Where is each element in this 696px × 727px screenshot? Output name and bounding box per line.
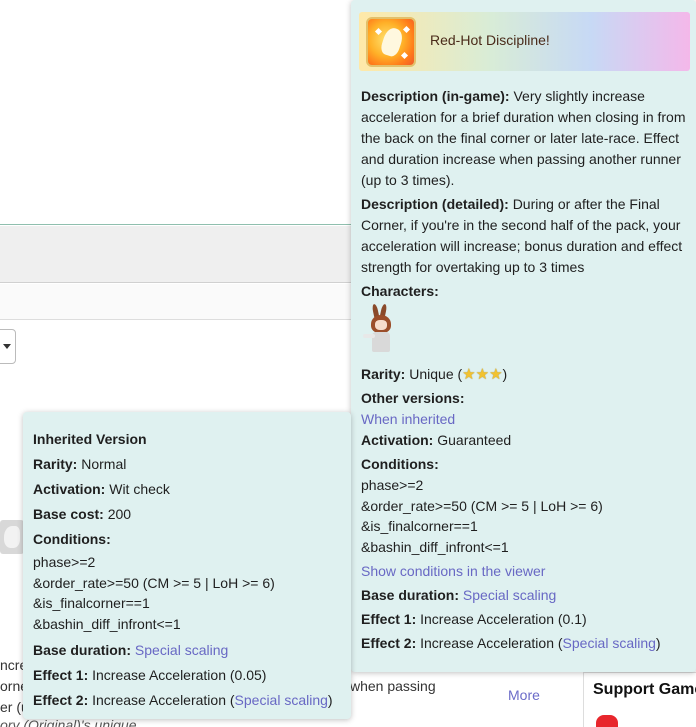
effect1-row: Effect 1: Increase Acceleration (0.1) [361,609,691,630]
description-detailed-label: Description (detailed): [361,196,509,212]
support-sidebar: Support Game [583,672,696,727]
effect1-value: Increase Acceleration (0.1) [420,611,587,627]
condition-line: &is_finalcorner==1 [361,518,478,534]
star-icon: ★★★ [462,366,503,383]
condition-line: &is_finalcorner==1 [33,595,150,611]
effect1-label: Effect 1: [33,667,89,683]
activation-value: Guaranteed [437,432,512,448]
effect2-suffix: ) [327,692,333,708]
effect2-prefix: Increase Acceleration ( [92,692,235,708]
running-figure-skill-icon [366,17,416,67]
condition-line: &order_rate>=50 (CM >= 5 | LoH >= 6) [361,497,603,514]
chevron-down-icon [3,344,11,349]
condition-line: &bashin_diff_infront<=1 [33,615,181,632]
show-conditions-link[interactable]: Show conditions in the viewer [361,561,691,582]
rarity-value: Normal [81,456,127,472]
character-avatar-icon[interactable] [361,303,401,354]
description-detailed: Description (detailed): During or after … [361,194,691,278]
background-text: when passing [350,678,436,694]
rarity-value: Unique ( [409,366,463,382]
inherited-effect2-row: Effect 2: Increase Acceleration (Special… [33,688,341,713]
activation-label: Activation: [33,481,106,497]
description-ingame-label: Description (in-game): [361,88,510,104]
conditions-label: Conditions: [33,531,111,547]
conditions-label: Conditions: [361,456,439,472]
condition-line: phase>=2 [361,477,424,493]
effect2-label: Effect 2: [33,692,89,708]
rarity-close: ) [502,366,508,382]
inherited-effect1-row: Effect 1: Increase Acceleration (0.05) [33,663,341,688]
skill-thumbnail-icon[interactable] [0,520,24,554]
inherited-base-duration-row: Base duration: Special scaling [33,638,341,663]
condition-line: phase>=2 [33,554,96,570]
effect2-row: Effect 2: Increase Acceleration (Special… [361,633,691,654]
inherited-activation-row: Activation: Wit check [33,477,341,502]
special-scaling-link[interactable]: Special scaling [463,587,556,603]
inherited-rarity-row: Rarity: Normal [33,452,341,477]
brand-logo-icon [596,715,618,727]
base-duration-label: Base duration: [361,587,460,603]
when-inherited-link[interactable]: When inherited [361,409,691,430]
skill-tooltip: Red-Hot Discipline! Description (in-game… [351,0,696,672]
base-duration-row: Base duration: Special scaling [361,585,691,606]
effect2-label: Effect 2: [361,635,417,651]
other-versions-label: Other versions: [361,390,465,406]
activation-value: Wit check [109,481,170,497]
rarity-label: Rarity: [33,456,78,472]
activation-label: Activation: [361,432,434,448]
filter-dropdown[interactable] [0,329,16,364]
special-scaling-link[interactable]: Special scaling [563,635,656,651]
skill-name: Red-Hot Discipline! [430,32,550,48]
sidebar-title: Support Game [593,681,696,698]
effect1-value: Increase Acceleration (0.05) [92,667,267,683]
effect2-suffix: ) [655,635,661,651]
base-duration-label: Base duration: [33,642,132,658]
base-cost-label: Base cost: [33,506,104,522]
condition-line: &bashin_diff_infront<=1 [361,538,509,555]
base-cost-value: 200 [107,506,132,522]
characters-label: Characters: [361,283,439,299]
special-scaling-link[interactable]: Special scaling [235,692,328,708]
rarity-row: Rarity: Unique (★★★) [361,364,691,385]
rarity-label: Rarity: [361,366,406,382]
special-scaling-link[interactable]: Special scaling [135,642,228,658]
condition-line: &order_rate>=50 (CM >= 5 | LoH >= 6) [33,574,275,591]
activation-row: Activation: Guaranteed [361,430,691,451]
inherited-tooltip: Inherited Version Rarity: Normal Activat… [23,412,351,719]
effect1-label: Effect 1: [361,611,417,627]
inherited-title: Inherited Version [33,431,147,447]
effect2-prefix: Increase Acceleration ( [420,635,563,651]
inherited-base-cost-row: Base cost: 200 [33,502,341,527]
skill-header: Red-Hot Discipline! [359,12,690,71]
more-link[interactable]: More [508,687,540,703]
skill-details: Description (in-game): Very slightly inc… [361,86,691,657]
description-ingame: Description (in-game): Very slightly inc… [361,86,691,191]
